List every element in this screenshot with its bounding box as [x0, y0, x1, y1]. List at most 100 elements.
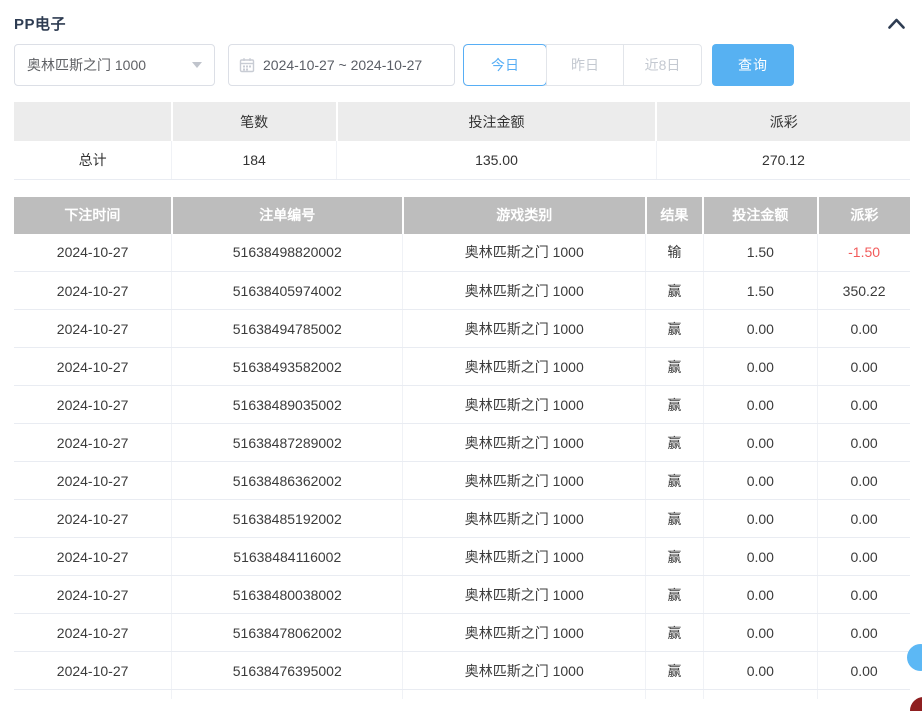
bet-time-cell [14, 690, 172, 699]
bet-amount-cell: 1.50 [703, 234, 818, 272]
bet-amount-cell: 0.00 [703, 386, 818, 424]
bet-id-cell: 51638480038002 [172, 576, 403, 614]
bet-time-cell: 2024-10-27 [14, 272, 172, 310]
quick-filter-today[interactable]: 今日 [464, 45, 546, 85]
game-name-cell: 奥林匹斯之门 1000 [403, 272, 646, 310]
bet-time-cell: 2024-10-27 [14, 462, 172, 500]
bet-amount-cell: 0.00 [703, 424, 818, 462]
bet-id-cell: 51638489035002 [172, 386, 403, 424]
total-label: 总计 [14, 141, 172, 179]
bet-col-result: 结果 [646, 197, 703, 234]
payout-cell: 0.00 [818, 386, 910, 424]
game-name-cell: 奥林匹斯之门 1000 [403, 614, 646, 652]
bet-id-cell: 51638486362002 [172, 462, 403, 500]
chevron-up-icon [887, 17, 906, 30]
bet-col-time: 下注时间 [14, 197, 172, 234]
game-name-cell [403, 690, 646, 699]
bet-id-cell: 51638498820002 [172, 234, 403, 272]
bet-amount-cell: 0.00 [703, 348, 818, 386]
result-cell: 赢 [646, 386, 703, 424]
result-cell: 赢 [646, 462, 703, 500]
payout-cell: 0.00 [818, 462, 910, 500]
calendar-icon [239, 57, 255, 73]
bet-id-cell: 51638478062002 [172, 614, 403, 652]
bet-id-cell: 51638493582002 [172, 348, 403, 386]
game-select[interactable]: 奥林匹斯之门 1000 [14, 44, 215, 86]
game-name-cell: 奥林匹斯之门 1000 [403, 538, 646, 576]
game-name-cell: 奥林匹斯之门 1000 [403, 500, 646, 538]
query-button[interactable]: 查询 [712, 44, 794, 86]
quick-filter-yesterday[interactable]: 昨日 [546, 45, 623, 85]
summary-col-bet-amount: 投注金额 [337, 102, 657, 141]
bet-amount-cell: 0.00 [703, 652, 818, 690]
game-name-cell: 奥林匹斯之门 1000 [403, 310, 646, 348]
summary-header-row: 笔数 投注金额 派彩 [14, 102, 910, 141]
bet-amount-cell: 1.50 [703, 272, 818, 310]
bet-id-cell: 51638485192002 [172, 500, 403, 538]
bet-time-cell: 2024-10-27 [14, 538, 172, 576]
game-name-cell: 奥林匹斯之门 1000 [403, 652, 646, 690]
bet-amount-cell [703, 690, 818, 699]
bet-time-cell: 2024-10-27 [14, 348, 172, 386]
bet-amount-cell: 0.00 [703, 576, 818, 614]
bet-records-table: 下注时间 注单编号 游戏类别 结果 投注金额 派彩 2024-10-275163… [14, 197, 910, 699]
quick-filter-last8days[interactable]: 近8日 [623, 45, 701, 85]
bet-time-cell: 2024-10-27 [14, 386, 172, 424]
bet-row: 2024-10-2751638493582002奥林匹斯之门 1000赢0.00… [14, 348, 910, 386]
result-cell [646, 690, 703, 699]
bet-row: 2024-10-2751638489035002奥林匹斯之门 1000赢0.00… [14, 386, 910, 424]
summary-col-count: 笔数 [172, 102, 337, 141]
bet-row: 2024-10-2751638498820002奥林匹斯之门 1000输1.50… [14, 234, 910, 272]
bet-amount-cell: 0.00 [703, 614, 818, 652]
chevron-down-icon [192, 62, 202, 68]
bet-col-payout: 派彩 [818, 197, 910, 234]
result-cell: 赢 [646, 538, 703, 576]
payout-cell: -1.50 [818, 234, 910, 272]
bet-col-game: 游戏类别 [403, 197, 646, 234]
bet-row: 2024-10-2751638485192002奥林匹斯之门 1000赢0.00… [14, 500, 910, 538]
bet-row-partial [14, 690, 910, 699]
result-cell: 赢 [646, 614, 703, 652]
bet-row: 2024-10-2751638476395002奥林匹斯之门 1000赢0.00… [14, 652, 910, 690]
payout-cell: 0.00 [818, 500, 910, 538]
game-select-value: 奥林匹斯之门 1000 [27, 55, 146, 75]
bet-time-cell: 2024-10-27 [14, 234, 172, 272]
bet-id-cell: 51638476395002 [172, 652, 403, 690]
payout-cell: 0.00 [818, 614, 910, 652]
game-name-cell: 奥林匹斯之门 1000 [403, 386, 646, 424]
date-range-picker[interactable]: 2024-10-27 ~ 2024-10-27 [228, 44, 455, 86]
total-count: 184 [172, 141, 337, 179]
bet-time-cell: 2024-10-27 [14, 614, 172, 652]
bet-time-cell: 2024-10-27 [14, 424, 172, 462]
filter-bar: 奥林匹斯之门 1000 2024-10-27 ~ 2024-10-27 今日 昨… [14, 44, 910, 86]
summary-col-empty [14, 102, 172, 141]
quick-filter-group: 今日 昨日 近8日 [463, 44, 702, 86]
game-name-cell: 奥林匹斯之门 1000 [403, 576, 646, 614]
pp-games-panel: PP电子 奥林匹斯之门 1000 2024-10-27 ~ [0, 0, 922, 699]
result-cell: 赢 [646, 310, 703, 348]
bet-row: 2024-10-2751638494785002奥林匹斯之门 1000赢0.00… [14, 310, 910, 348]
collapse-button[interactable] [883, 15, 910, 32]
bet-row: 2024-10-2751638405974002奥林匹斯之门 1000赢1.50… [14, 272, 910, 310]
payout-cell [818, 690, 910, 699]
bet-row: 2024-10-2751638480038002奥林匹斯之门 1000赢0.00… [14, 576, 910, 614]
bet-amount-cell: 0.00 [703, 500, 818, 538]
bet-row: 2024-10-2751638484116002奥林匹斯之门 1000赢0.00… [14, 538, 910, 576]
game-name-cell: 奥林匹斯之门 1000 [403, 348, 646, 386]
payout-cell: 0.00 [818, 310, 910, 348]
bet-time-cell: 2024-10-27 [14, 310, 172, 348]
bet-id-cell: 51638487289002 [172, 424, 403, 462]
payout-cell: 0.00 [818, 424, 910, 462]
bet-header-row: 下注时间 注单编号 游戏类别 结果 投注金额 派彩 [14, 197, 910, 234]
bet-id-cell: 51638484116002 [172, 538, 403, 576]
result-cell: 赢 [646, 348, 703, 386]
result-cell: 赢 [646, 500, 703, 538]
result-cell: 赢 [646, 652, 703, 690]
result-cell: 赢 [646, 424, 703, 462]
payout-cell: 0.00 [818, 348, 910, 386]
bet-row: 2024-10-2751638478062002奥林匹斯之门 1000赢0.00… [14, 614, 910, 652]
total-bet-amount: 135.00 [337, 141, 657, 179]
page-title: PP电子 [14, 13, 66, 34]
floating-button-red[interactable] [910, 697, 922, 711]
panel-header: PP电子 [14, 0, 910, 34]
